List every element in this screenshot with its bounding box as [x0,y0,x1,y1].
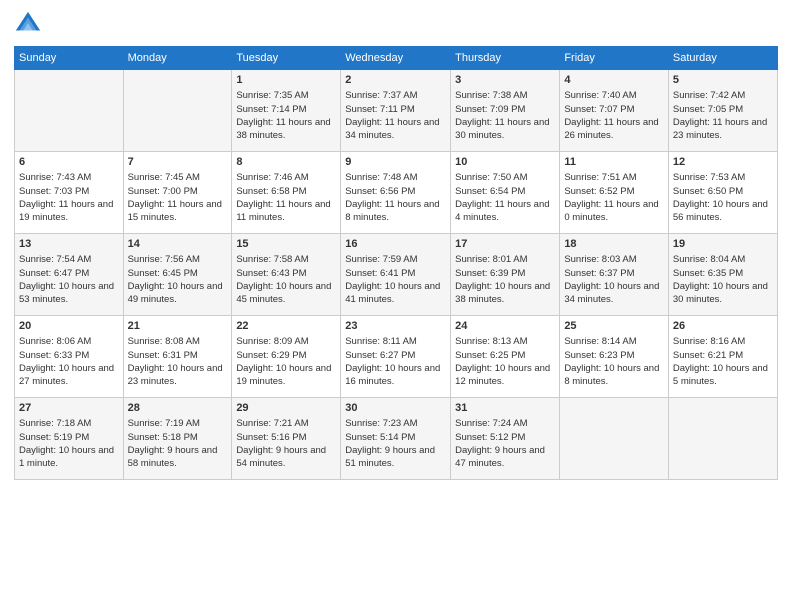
calendar-cell: 23Sunrise: 8:11 AMSunset: 6:27 PMDayligh… [341,316,451,398]
calendar-week-row: 1Sunrise: 7:35 AMSunset: 7:14 PMDaylight… [15,70,778,152]
day-number: 24 [455,319,555,334]
day-number: 27 [19,401,119,416]
calendar-cell: 6Sunrise: 7:43 AMSunset: 7:03 PMDaylight… [15,152,124,234]
day-number: 21 [128,319,228,334]
day-number: 3 [455,73,555,88]
day-number: 28 [128,401,228,416]
calendar-cell: 29Sunrise: 7:21 AMSunset: 5:16 PMDayligh… [232,398,341,480]
day-number: 22 [236,319,336,334]
day-number: 15 [236,237,336,252]
day-number: 25 [564,319,664,334]
calendar-cell: 3Sunrise: 7:38 AMSunset: 7:09 PMDaylight… [451,70,560,152]
calendar-cell: 21Sunrise: 8:08 AMSunset: 6:31 PMDayligh… [123,316,232,398]
day-number: 26 [673,319,773,334]
day-number: 5 [673,73,773,88]
calendar-cell: 25Sunrise: 8:14 AMSunset: 6:23 PMDayligh… [560,316,669,398]
page: SundayMondayTuesdayWednesdayThursdayFrid… [0,0,792,612]
calendar-cell: 15Sunrise: 7:58 AMSunset: 6:43 PMDayligh… [232,234,341,316]
calendar-cell: 17Sunrise: 8:01 AMSunset: 6:39 PMDayligh… [451,234,560,316]
day-number: 11 [564,155,664,170]
calendar-cell: 26Sunrise: 8:16 AMSunset: 6:21 PMDayligh… [668,316,777,398]
day-number: 4 [564,73,664,88]
day-number: 31 [455,401,555,416]
day-number: 7 [128,155,228,170]
day-number: 16 [345,237,446,252]
calendar-cell: 20Sunrise: 8:06 AMSunset: 6:33 PMDayligh… [15,316,124,398]
calendar-cell: 24Sunrise: 8:13 AMSunset: 6:25 PMDayligh… [451,316,560,398]
weekday-header: Monday [123,47,232,70]
weekday-header: Tuesday [232,47,341,70]
calendar-cell: 14Sunrise: 7:56 AMSunset: 6:45 PMDayligh… [123,234,232,316]
calendar-cell: 30Sunrise: 7:23 AMSunset: 5:14 PMDayligh… [341,398,451,480]
calendar-cell [668,398,777,480]
calendar-cell [560,398,669,480]
calendar-cell: 22Sunrise: 8:09 AMSunset: 6:29 PMDayligh… [232,316,341,398]
logo [14,10,46,38]
weekday-header: Sunday [15,47,124,70]
day-number: 8 [236,155,336,170]
calendar-cell: 28Sunrise: 7:19 AMSunset: 5:18 PMDayligh… [123,398,232,480]
weekday-header: Wednesday [341,47,451,70]
header-row: SundayMondayTuesdayWednesdayThursdayFrid… [15,47,778,70]
calendar-cell: 13Sunrise: 7:54 AMSunset: 6:47 PMDayligh… [15,234,124,316]
calendar-week-row: 20Sunrise: 8:06 AMSunset: 6:33 PMDayligh… [15,316,778,398]
header [14,10,778,38]
weekday-header: Saturday [668,47,777,70]
calendar-week-row: 6Sunrise: 7:43 AMSunset: 7:03 PMDaylight… [15,152,778,234]
calendar-week-row: 27Sunrise: 7:18 AMSunset: 5:19 PMDayligh… [15,398,778,480]
calendar-cell: 19Sunrise: 8:04 AMSunset: 6:35 PMDayligh… [668,234,777,316]
calendar-cell: 16Sunrise: 7:59 AMSunset: 6:41 PMDayligh… [341,234,451,316]
calendar-cell: 27Sunrise: 7:18 AMSunset: 5:19 PMDayligh… [15,398,124,480]
calendar-cell: 4Sunrise: 7:40 AMSunset: 7:07 PMDaylight… [560,70,669,152]
day-number: 2 [345,73,446,88]
calendar-table: SundayMondayTuesdayWednesdayThursdayFrid… [14,46,778,480]
calendar-cell: 18Sunrise: 8:03 AMSunset: 6:37 PMDayligh… [560,234,669,316]
day-number: 18 [564,237,664,252]
day-number: 14 [128,237,228,252]
day-number: 10 [455,155,555,170]
day-number: 6 [19,155,119,170]
calendar-cell: 9Sunrise: 7:48 AMSunset: 6:56 PMDaylight… [341,152,451,234]
weekday-header: Thursday [451,47,560,70]
day-number: 1 [236,73,336,88]
calendar-week-row: 13Sunrise: 7:54 AMSunset: 6:47 PMDayligh… [15,234,778,316]
calendar-cell: 5Sunrise: 7:42 AMSunset: 7:05 PMDaylight… [668,70,777,152]
calendar-cell [123,70,232,152]
day-number: 19 [673,237,773,252]
day-number: 12 [673,155,773,170]
calendar-cell: 8Sunrise: 7:46 AMSunset: 6:58 PMDaylight… [232,152,341,234]
calendar-cell: 2Sunrise: 7:37 AMSunset: 7:11 PMDaylight… [341,70,451,152]
calendar-cell [15,70,124,152]
day-number: 23 [345,319,446,334]
day-number: 20 [19,319,119,334]
day-number: 9 [345,155,446,170]
calendar-cell: 1Sunrise: 7:35 AMSunset: 7:14 PMDaylight… [232,70,341,152]
day-number: 13 [19,237,119,252]
logo-icon [14,10,42,38]
calendar-cell: 10Sunrise: 7:50 AMSunset: 6:54 PMDayligh… [451,152,560,234]
day-number: 17 [455,237,555,252]
calendar-cell: 12Sunrise: 7:53 AMSunset: 6:50 PMDayligh… [668,152,777,234]
calendar-cell: 7Sunrise: 7:45 AMSunset: 7:00 PMDaylight… [123,152,232,234]
calendar-cell: 11Sunrise: 7:51 AMSunset: 6:52 PMDayligh… [560,152,669,234]
day-number: 30 [345,401,446,416]
day-number: 29 [236,401,336,416]
calendar-cell: 31Sunrise: 7:24 AMSunset: 5:12 PMDayligh… [451,398,560,480]
weekday-header: Friday [560,47,669,70]
